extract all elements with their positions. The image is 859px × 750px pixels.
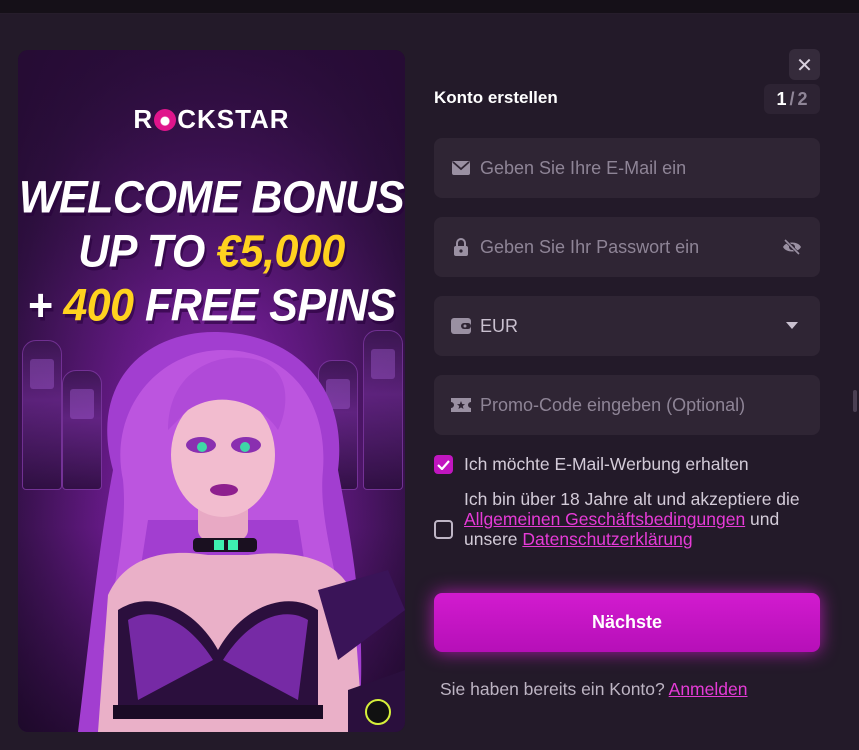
email-field[interactable]: Geben Sie Ihre E-Mail ein [434, 138, 820, 198]
lock-icon [451, 237, 471, 257]
next-button[interactable]: Nächste [434, 593, 820, 652]
brand-logo: R CKSTAR [133, 104, 290, 134]
terms-link[interactable]: Allgemeinen Geschäftsbedingungen [464, 509, 745, 529]
bonus-headline-line-2: UP TO €5,000 [78, 226, 345, 278]
close-button[interactable]: ✕ [789, 49, 820, 80]
bonus-headline-line-1: WELCOME BONUS [18, 172, 405, 224]
ticket-icon [451, 395, 471, 415]
currency-select[interactable]: EUR [434, 296, 820, 356]
promo-code-placeholder: Promo-Code eingeben (Optional) [480, 394, 746, 415]
password-placeholder: Geben Sie Ihr Passwort ein [480, 236, 700, 257]
checkmark-icon [437, 459, 450, 470]
eye-slash-icon[interactable] [782, 237, 802, 257]
envelope-icon [451, 158, 471, 178]
privacy-link[interactable]: Datenschutzerklärung [522, 529, 692, 549]
step-indicator: 1/2 [764, 84, 820, 114]
login-link[interactable]: Anmelden [669, 679, 748, 699]
marketing-consent-label: Ich möchte E-Mail-Werbung erhalten [464, 454, 749, 474]
bonus-headline-line-3: + 400 FREE SPINS [27, 280, 396, 332]
form-title: Konto erstellen [434, 88, 558, 107]
close-icon: ✕ [796, 52, 813, 77]
terms-consent-label: Ich bin über 18 Jahre alt und akzeptiere… [464, 489, 800, 549]
email-placeholder: Geben Sie Ihre E-Mail ein [480, 157, 687, 178]
login-prompt: Sie haben bereits ein Konto? Anmelden [440, 679, 748, 699]
currency-value: EUR [480, 315, 519, 336]
lips-logo-icon [154, 109, 177, 131]
character-illustration [78, 331, 405, 732]
promo-banner: R CKSTAR WELCOME BONUS UP TO €5,000 + 400… [18, 50, 405, 732]
password-field[interactable]: Geben Sie Ihr Passwort ein [434, 217, 820, 277]
marketing-consent-checkbox[interactable] [434, 455, 453, 474]
wallet-icon [451, 316, 471, 336]
promo-code-field[interactable]: Promo-Code eingeben (Optional) [434, 375, 820, 435]
caret-down-icon [782, 316, 802, 336]
top-strip [0, 0, 859, 14]
terms-consent-checkbox[interactable] [434, 520, 453, 539]
scrollbar[interactable] [853, 390, 857, 412]
